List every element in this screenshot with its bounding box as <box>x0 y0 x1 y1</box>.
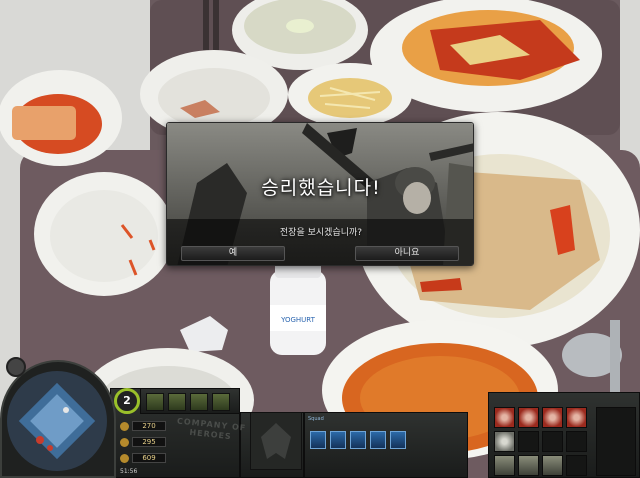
munitions-icon <box>120 437 129 447</box>
eagle-emblem-icon <box>261 423 291 459</box>
ability-stop-icon[interactable] <box>518 407 539 428</box>
ability-build-icon[interactable] <box>494 431 515 452</box>
ability-empty-slot <box>566 431 587 452</box>
unit-count-badge: 2 <box>114 388 140 414</box>
no-button[interactable]: 아니요 <box>355 246 459 261</box>
dialog-title: 승리했습니다! <box>261 177 381 199</box>
company-of-heroes-logo: COMPANY OF HEROES <box>176 416 247 442</box>
ability-mine-icon[interactable] <box>542 455 563 476</box>
squad-slot-5[interactable] <box>390 431 406 449</box>
unit-portrait <box>250 412 302 470</box>
bean-sprout-dish <box>288 63 412 127</box>
munitions-value: 295 <box>132 437 166 447</box>
yes-button[interactable]: 예 <box>181 246 285 261</box>
squad-slot-3[interactable] <box>350 431 366 449</box>
fuel-value: 609 <box>132 453 166 463</box>
manpower-value: 270 <box>132 421 166 431</box>
ability-retreat-icon[interactable] <box>494 407 515 428</box>
resource-manpower: 270 <box>120 420 172 432</box>
truck-icon[interactable] <box>212 393 230 411</box>
ability-wrench-icon[interactable] <box>494 455 515 476</box>
minimap-zoom-icon[interactable] <box>6 357 26 377</box>
ability-attack-icon[interactable] <box>542 407 563 428</box>
squad-slot-2[interactable] <box>330 431 346 449</box>
tank-icon[interactable] <box>190 393 208 411</box>
dialog-message: 전장을 보시겠습니까? <box>279 228 363 238</box>
tofu-plate <box>0 70 122 166</box>
squad-label: Squad <box>308 416 324 422</box>
squad-slot-1[interactable] <box>310 431 326 449</box>
resource-fuel: 609 <box>120 452 172 464</box>
fuel-icon <box>120 453 129 463</box>
ability-side-panel <box>596 407 636 476</box>
ability-empty-slot <box>518 431 539 452</box>
ability-move-icon[interactable] <box>566 407 587 428</box>
bottle-label: YOGHURT <box>280 316 316 324</box>
game-timer: 51:56 <box>120 468 138 475</box>
yoghurt-bottle: YOGHURT <box>270 262 326 355</box>
ability-grenade-icon[interactable] <box>518 455 539 476</box>
victory-dialog: 승리했습니다! 전장을 보시겠습니까? 예 아니요 <box>166 122 474 266</box>
resource-munitions: 295 <box>120 436 172 448</box>
eagle-icon[interactable] <box>146 393 164 411</box>
ability-empty-slot <box>566 455 587 476</box>
manpower-icon <box>120 421 129 431</box>
squad-slot-4[interactable] <box>370 431 386 449</box>
ability-empty-slot <box>542 431 563 452</box>
minimap[interactable] <box>6 370 108 472</box>
soldier-icon[interactable] <box>168 393 186 411</box>
